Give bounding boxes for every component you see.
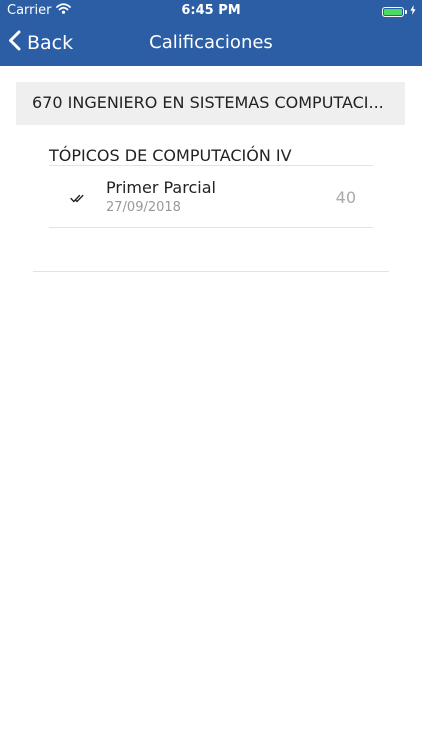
battery-fill	[384, 8, 402, 15]
subject-title: TÓPICOS DE COMPUTACIÓN IV	[49, 146, 292, 165]
status-bar: Carrier 6:45 PM	[0, 0, 422, 22]
battery-cap	[405, 9, 407, 14]
evaluation-divider	[49, 227, 373, 228]
status-time: 6:45 PM	[181, 3, 241, 18]
battery-indicator	[382, 4, 416, 19]
page-title: Calificaciones	[149, 32, 273, 53]
career-selector[interactable]: 670 INGENIERO EN SISTEMAS COMPUTACI...	[16, 82, 405, 125]
evaluation-name: Primer Parcial	[106, 178, 216, 197]
evaluation-row[interactable]: Primer Parcial 27/09/2018 40	[49, 166, 373, 227]
battery-icon	[382, 6, 404, 17]
evaluation-date: 27/09/2018	[106, 200, 181, 215]
section-divider	[33, 271, 389, 272]
nav-header: Carrier 6:45 PM Back Calificaciones	[0, 0, 422, 66]
evaluation-score: 40	[335, 188, 356, 207]
charging-bolt-icon	[410, 4, 416, 19]
double-check-icon	[70, 188, 86, 207]
